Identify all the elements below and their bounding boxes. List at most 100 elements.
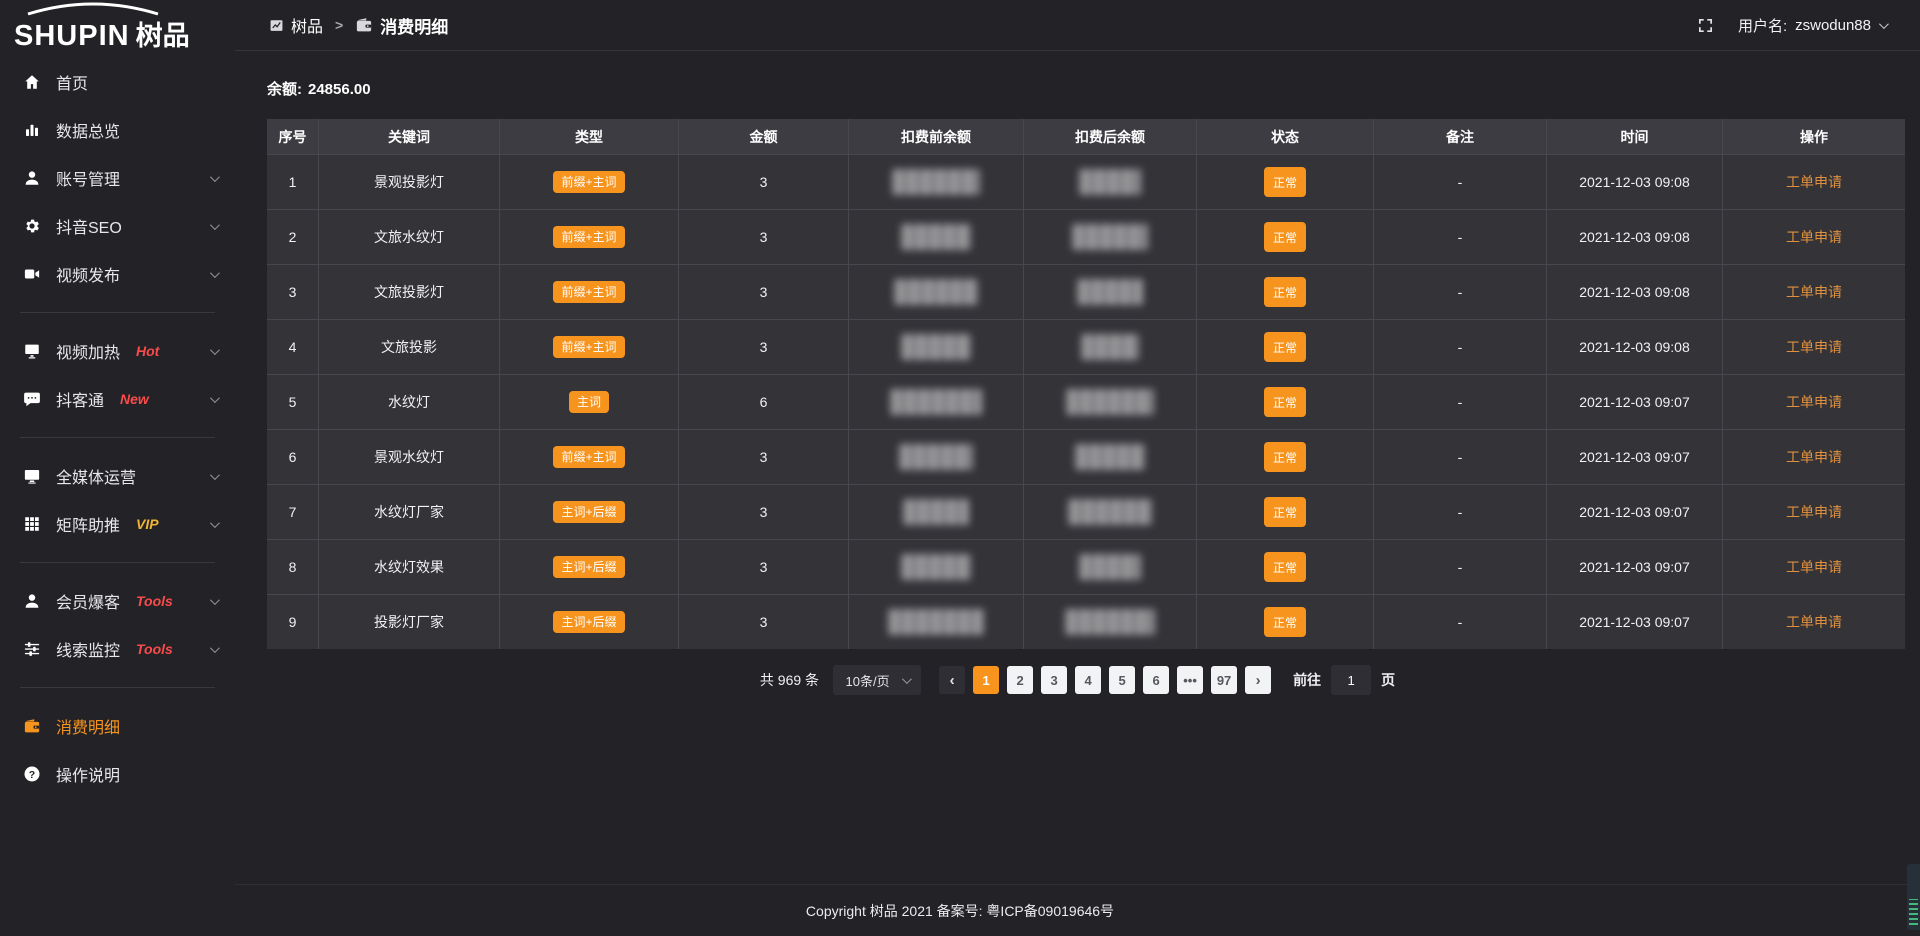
pre-balance-cell [849,595,1024,649]
chevron-down-icon [210,595,220,605]
page-button-3[interactable]: 3 [1041,666,1067,694]
type-badge: 主词+后缀 [553,556,624,578]
menu-divider [20,312,215,313]
breadcrumb-label: 消费明细 [380,13,448,38]
redacted-balance [901,554,971,580]
sidebar-item-抖客通[interactable]: 抖客通New [0,375,235,423]
status-badge: 正常 [1264,552,1306,582]
work-order-link[interactable]: 工单申请 [1786,337,1842,357]
amount-cell: 3 [679,485,849,539]
table-row: 8水纹灯效果主词+后缀3正常-2021-12-03 09:07工单申请 [267,539,1905,594]
sidebar-item-会员爆客[interactable]: 会员爆客Tools [0,577,235,625]
status-badge: 正常 [1264,607,1306,637]
redacted-balance [1079,554,1141,580]
page-button-4[interactable]: 4 [1075,666,1101,694]
action-cell: 工单申请 [1723,265,1905,319]
chevron-down-icon [210,470,220,480]
sidebar-item-线索监控[interactable]: 线索监控Tools [0,625,235,673]
table-body: 1景观投影灯前缀+主词3正常-2021-12-03 09:08工单申请2文旅水纹… [267,154,1905,649]
sidebar-item-视频发布[interactable]: 视频发布 [0,250,235,298]
work-order-link[interactable]: 工单申请 [1786,612,1842,632]
sidebar-item-视频加热[interactable]: 视频加热Hot [0,327,235,375]
chevron-down-icon [210,518,220,528]
row-index: 6 [267,430,319,484]
time-cell: 2021-12-03 09:07 [1547,540,1723,594]
remark-cell: - [1374,210,1547,264]
work-order-link[interactable]: 工单申请 [1786,172,1842,192]
user-menu[interactable]: 用户名: zswodun88 [1738,15,1886,36]
status-cell: 正常 [1197,375,1374,429]
column-header: 关键词 [319,119,500,154]
work-order-link[interactable]: 工单申请 [1786,227,1842,247]
remark-cell: - [1374,540,1547,594]
breadcrumb-label: 树品 [291,13,323,37]
work-order-link[interactable]: 工单申请 [1786,392,1842,412]
work-order-link[interactable]: 工单申请 [1786,502,1842,522]
remark-cell: - [1374,155,1547,209]
sidebar-item-矩阵助推[interactable]: 矩阵助推VIP [0,500,235,548]
time-cell: 2021-12-03 09:08 [1547,320,1723,374]
sidebar-menu: 首页数据总览账号管理抖音SEO 视频发布视频加热Hot抖客通New 全媒体运营矩阵助… [0,52,235,798]
sidebar-item-数据总览[interactable]: 数据总览 [0,106,235,154]
breadcrumb-item-home[interactable]: 树品 [269,13,323,37]
balance-value: 24856.00 [308,81,371,98]
redacted-balance [1065,609,1155,635]
time-cell: 2021-12-03 09:07 [1547,595,1723,649]
redacted-balance [903,499,969,525]
redacted-balance [1079,169,1141,195]
keyword-cell: 文旅水纹灯 [319,210,500,264]
type-badge: 前缀+主词 [553,171,624,193]
page-button-5[interactable]: 5 [1109,666,1135,694]
video-camera-icon [22,264,42,284]
goto-page: 前往 页 [1293,665,1395,695]
page-button-6[interactable]: 6 [1143,666,1169,694]
sidebar-item-账号管理[interactable]: 账号管理 [0,154,235,202]
row-index: 1 [267,155,319,209]
status-cell: 正常 [1197,265,1374,319]
post-balance-cell [1024,210,1197,264]
page-button-2[interactable]: 2 [1007,666,1033,694]
sidebar-item-label: 抖音SEO [56,214,122,238]
redacted-balance [894,279,978,305]
type-cell: 前缀+主词 [500,210,679,264]
work-order-link[interactable]: 工单申请 [1786,557,1842,577]
page-footer: Copyright 树品 2021 备案号: 粤ICP备09019646号 [0,884,1920,936]
more-pages-button[interactable]: ••• [1177,666,1203,694]
status-cell: 正常 [1197,540,1374,594]
goto-page-input[interactable] [1331,665,1371,695]
column-header: 类型 [500,119,679,154]
work-order-link[interactable]: 工单申请 [1786,447,1842,467]
keyword-cell: 景观投影灯 [319,155,500,209]
chevron-down-icon [1879,19,1889,29]
table-header-row: 序号关键词类型金额扣费前余额扣费后余额状态备注时间操作 [267,119,1905,154]
sidebar-item-操作说明[interactable]: ?操作说明 [0,750,235,798]
goto-label: 前往 [1293,670,1321,690]
header-right: 用户名: zswodun88 [1697,15,1886,36]
pre-balance-cell [849,155,1024,209]
page-button-1[interactable]: 1 [973,666,999,694]
sidebar-item-首页[interactable]: 首页 [0,58,235,106]
keyword-cell: 景观水纹灯 [319,430,500,484]
post-balance-cell [1024,595,1197,649]
grid-icon [22,514,42,534]
sidebar-item-label: 操作说明 [56,762,120,786]
sidebar-item-抖音SEO[interactable]: 抖音SEO [0,202,235,250]
page-button-97[interactable]: 97 [1211,666,1237,694]
logo-text-cn: 树品 [136,21,190,51]
breadcrumb-item-current[interactable]: 消费明细 [355,13,448,38]
keyword-cell: 文旅投影灯 [319,265,500,319]
next-page-button[interactable]: › [1245,666,1271,694]
amount-cell: 3 [679,210,849,264]
fullscreen-icon[interactable] [1697,17,1714,34]
redacted-balance [1068,499,1152,525]
sidebar-item-全媒体运营[interactable]: 全媒体运营 [0,452,235,500]
type-badge: 前缀+主词 [553,226,624,248]
chat-widget[interactable] [1907,864,1920,930]
sidebar-item-tag: Tools [136,593,173,609]
chevron-down-icon [210,345,220,355]
page-size-select[interactable]: 10条/页 [833,665,921,695]
prev-page-button[interactable]: ‹ [939,666,965,694]
sidebar-item-消费明细[interactable]: 消费明细 [0,702,235,750]
work-order-link[interactable]: 工单申请 [1786,282,1842,302]
pre-balance-cell [849,320,1024,374]
